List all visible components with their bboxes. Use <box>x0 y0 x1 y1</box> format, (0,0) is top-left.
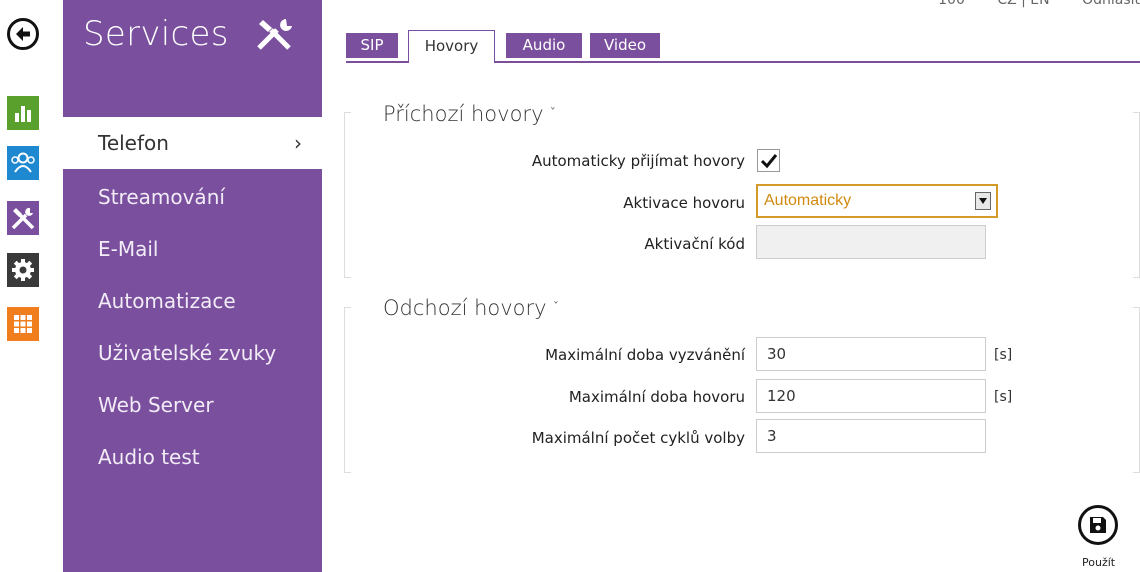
grid-icon <box>14 315 32 333</box>
call-time-unit: [s] <box>994 389 1013 405</box>
sidebar-item-telefon[interactable]: Telefon › <box>63 117 322 169</box>
top-header: 100 CZ | EN Odhlásit <box>910 0 1140 8</box>
auto-answer-checkbox[interactable] <box>757 149 780 172</box>
tab-sip[interactable]: SIP <box>346 33 398 58</box>
dial-cycles-input[interactable]: 3 <box>756 419 986 453</box>
users-icon <box>11 152 35 173</box>
auto-answer-label: Automaticky přijímat hovory <box>531 152 745 170</box>
sidebar-item-label: Automatizace <box>98 289 236 313</box>
section-border-left <box>344 307 351 473</box>
chevron-right-icon: › <box>294 131 302 155</box>
sidebar-item-label: Audio test <box>98 445 200 469</box>
sidebar-item-label: Telefon <box>98 131 169 155</box>
sidebar-item-web-server[interactable]: Web Server <box>63 379 322 431</box>
sidebar-item-streamovani[interactable]: Streamování <box>63 171 322 223</box>
call-activation-value: Automaticky <box>764 192 852 209</box>
section-title-text: Příchozí hovory <box>383 102 544 126</box>
incoming-calls-title[interactable]: Příchozí hovory ˇ <box>383 102 556 126</box>
save-button[interactable] <box>1078 505 1118 545</box>
apps-nav-button[interactable] <box>7 307 39 341</box>
sidebar-item-automatizace[interactable]: Automatizace <box>63 275 322 327</box>
call-activation-label: Aktivace hovoru <box>623 194 745 212</box>
status-nav-button[interactable] <box>7 96 39 130</box>
section-border-left <box>344 112 351 278</box>
sidebar-item-label: E-Mail <box>98 237 159 261</box>
services-nav-button[interactable] <box>7 201 39 235</box>
sidebar-item-label: Web Server <box>98 393 214 417</box>
save-label: Použít <box>1082 556 1116 569</box>
dropdown-arrow-icon[interactable] <box>975 192 991 210</box>
sidebar-item-label: Uživatelské zvuky <box>98 341 277 365</box>
sidebar-item-email[interactable]: E-Mail <box>63 223 322 275</box>
chevron-down-icon: ˇ <box>549 107 557 122</box>
active-tab-gap <box>409 60 494 63</box>
chevron-down-icon: ˇ <box>552 301 560 316</box>
checkmark-icon <box>760 153 777 168</box>
section-title-text: Odchozí hovory <box>383 296 547 320</box>
tab-hovory[interactable]: Hovory <box>408 30 495 62</box>
services-sidebar: Services Telefon › Streamování E-Mail Au… <box>63 0 322 572</box>
directory-nav-button[interactable] <box>7 146 39 180</box>
back-button[interactable] <box>7 18 39 50</box>
tools-icon <box>253 16 297 56</box>
logout-link[interactable]: Odhlásit <box>1082 0 1140 8</box>
dial-cycles-label: Maximální počet cyklů volby <box>531 429 745 447</box>
ring-time-unit: [s] <box>994 347 1013 363</box>
sidebar-item-uzivatelske-zvuky[interactable]: Uživatelské zvuky <box>63 327 322 379</box>
gear-icon <box>12 259 34 281</box>
header-item[interactable]: 100 <box>938 0 965 8</box>
ring-time-input[interactable]: 30 <box>756 337 986 371</box>
call-time-input[interactable]: 120 <box>756 379 986 413</box>
call-time-label: Maximální doba hovoru <box>568 388 745 406</box>
floppy-disk-icon <box>1090 517 1106 533</box>
outgoing-calls-title[interactable]: Odchozí hovory ˇ <box>383 296 559 320</box>
sidebar-item-audio-test[interactable]: Audio test <box>63 431 322 483</box>
sidebar-item-label: Streamování <box>98 185 225 209</box>
section-border-right <box>1133 307 1140 473</box>
settings-nav-button[interactable] <box>7 253 39 287</box>
language-switch[interactable]: CZ | EN <box>997 0 1049 8</box>
activation-code-label: Aktivační kód <box>644 235 745 253</box>
bar-chart-icon <box>15 106 31 122</box>
tab-video[interactable]: Video <box>590 33 660 58</box>
section-border-right <box>1133 112 1140 278</box>
tab-audio[interactable]: Audio <box>506 33 582 58</box>
ring-time-label: Maximální doba vyzvánění <box>545 346 745 364</box>
activation-code-input[interactable] <box>756 225 986 259</box>
back-arrow-icon <box>16 27 30 41</box>
sidebar-title: Services <box>83 14 229 54</box>
tools-icon <box>11 207 35 230</box>
call-activation-select[interactable]: Automaticky <box>756 184 998 218</box>
